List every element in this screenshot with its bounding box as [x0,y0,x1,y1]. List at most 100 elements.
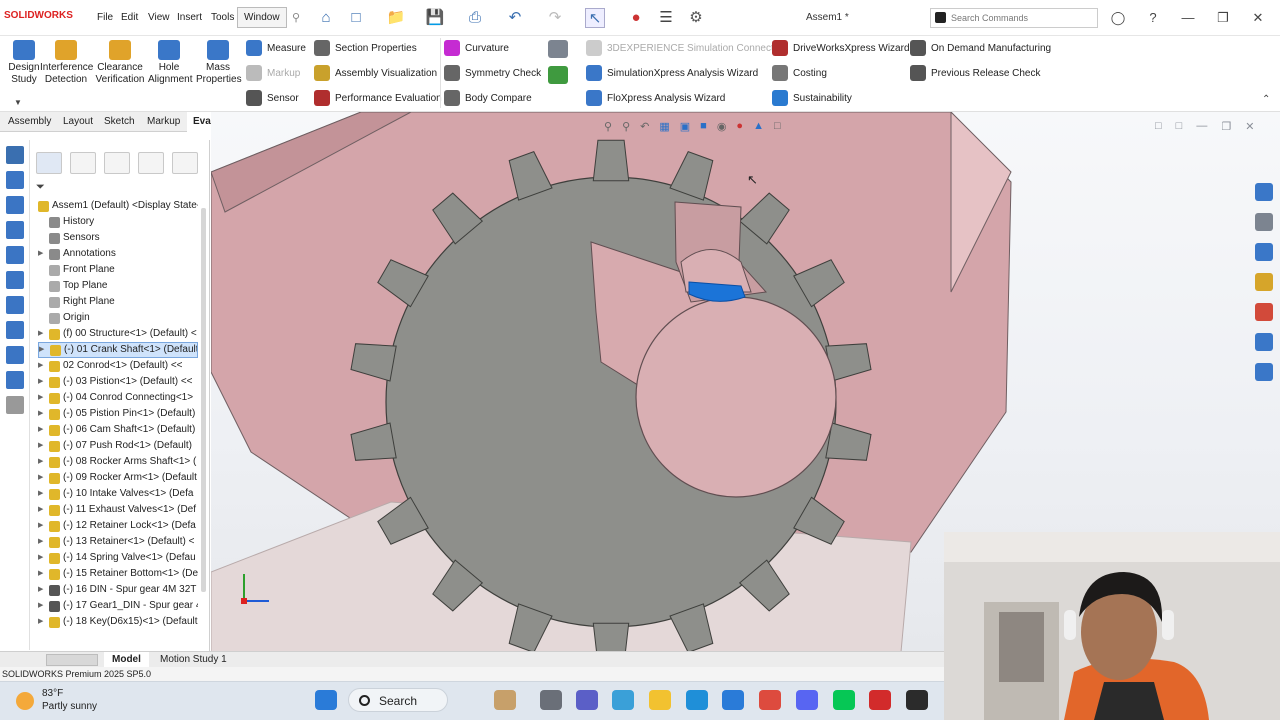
pattern-icon[interactable] [6,371,24,389]
ribbon-button-clearance[interactable]: Clearance Verification [92,40,148,86]
tree-item[interactable]: ▶ (f) 00 Structure<1> (Default) < [38,326,198,342]
close-button[interactable]: ✕ [1247,8,1269,28]
windows-start-icon[interactable] [315,690,337,710]
tree-item[interactable]: ▶ (-) 04 Conrod Connecting<1> [38,390,198,406]
compare-documents-icon[interactable] [548,40,568,58]
ribbon-item-simxpress[interactable]: SimulationXpress Analysis Wizard [586,65,758,81]
featuremanager-tree-tab-icon[interactable] [36,152,62,174]
tab-assembly[interactable]: Assembly [2,112,57,132]
expand-arrow-icon[interactable]: ▶ [38,614,46,630]
tree-item[interactable]: ▶ (-) 01 Crank Shaft<1> (Default [38,342,198,358]
tree-item[interactable]: Sensors [38,230,198,246]
taskbar-search-box[interactable]: Search [348,688,448,712]
ribbon-item-manufacturing[interactable]: On Demand Manufacturing [910,40,1051,56]
tree-item[interactable]: Front Plane [38,262,198,278]
user-account-icon[interactable]: ◯ [1107,8,1129,28]
ribbon-item-floxpress[interactable]: FloXpress Analysis Wizard [586,90,725,106]
ribbon-item-markup[interactable]: Markup [246,65,300,81]
rebuild-icon[interactable]: ● [626,8,646,28]
dimxpert-manager-tab-icon[interactable] [138,152,164,174]
tree-item[interactable]: ▶ (-) 06 Cam Shaft<1> (Default) [38,422,198,438]
file-explorer-pane-icon[interactable] [1255,243,1273,261]
teams-icon[interactable] [576,690,598,710]
appearances-scenes-icon[interactable] [1255,303,1273,321]
menu-tools[interactable]: Tools [211,12,234,23]
custom-properties-icon[interactable] [1255,333,1273,351]
ribbon-item-curvature[interactable]: Curvature [444,40,509,56]
menu-window[interactable]: Window [237,7,287,28]
file-explorer-icon[interactable] [649,690,671,710]
help-icon[interactable]: ? [1142,8,1164,28]
tree-item[interactable]: ▶ (-) 03 Pistion<1> (Default) << [38,374,198,390]
photo-app-icon[interactable] [494,690,516,710]
expand-arrow-icon[interactable]: ▶ [38,406,46,422]
bottom-tab-motion-study-1[interactable]: Motion Study 1 [152,652,235,668]
tree-item[interactable]: ▶ (-) 12 Retainer Lock<1> (Defa [38,518,198,534]
configuration-manager-tab-icon[interactable] [104,152,130,174]
property-manager-tab-icon[interactable] [70,152,96,174]
options-gear-icon[interactable]: ⚙ [686,8,706,28]
line-icon[interactable] [833,690,855,710]
display-style-icon[interactable]: ■ [700,120,707,133]
weather-sun-icon[interactable] [16,692,34,710]
chrome-icon[interactable] [759,690,781,710]
tree-item[interactable]: ▶ (-) 14 Spring Valve<1> (Defau [38,550,198,566]
trim-icon[interactable] [6,296,24,314]
expand-arrow-icon[interactable]: ▶ [38,566,46,582]
zoom-area-icon[interactable]: ⚲ [622,120,630,133]
expand-arrow-icon[interactable]: ▶ [38,518,46,534]
expand-arrow-icon[interactable]: ▶ [38,582,46,598]
solidworks-resources-icon[interactable] [1255,183,1273,201]
mirror-icon[interactable] [6,346,24,364]
design-library-icon[interactable] [1255,213,1273,231]
tree-root-assembly[interactable]: Assem1 (Default) <Display State- [38,198,198,214]
expand-arrow-icon[interactable]: ▶ [38,246,46,262]
weather-description[interactable]: Partly sunny [42,701,97,712]
bottom-tab-model[interactable]: Model [104,652,149,668]
ribbon-button-interference[interactable]: Interference Detection [40,40,93,86]
expand-arrow-icon[interactable]: ▶ [38,454,46,470]
offset-icon[interactable] [6,321,24,339]
expand-arrow-icon[interactable]: ▶ [38,502,46,518]
tab-layout[interactable]: Layout [57,112,99,132]
tree-item[interactable]: ▶ (-) 10 Intake Valves<1> (Defa [38,486,198,502]
viewport-restore-icon[interactable]: ❐ [1221,120,1231,133]
menu-file[interactable]: File [97,12,113,23]
tree-item[interactable]: Right Plane [38,294,198,310]
print-icon[interactable]: ⎙ [465,8,485,28]
check-icon[interactable] [548,66,568,84]
save-icon[interactable]: 💾 [425,8,445,28]
edit-appearance-icon[interactable]: ● [736,120,743,133]
expand-arrow-icon[interactable]: ▶ [38,534,46,550]
viewport-tile-icon[interactable]: □ [1155,120,1162,133]
expand-arrow-icon[interactable]: ▶ [39,343,47,357]
ribbon-item-symmetry[interactable]: Symmetry Check [444,65,541,81]
tree-item[interactable]: ▶ (-) 11 Exhaust Valves<1> (Def [38,502,198,518]
tree-item[interactable]: ▶ (-) 15 Retainer Bottom<1> (De [38,566,198,582]
file-properties-icon[interactable]: ☰ [656,8,676,28]
tab-scroll-arrows[interactable] [46,654,98,666]
expand-arrow-icon[interactable]: ▶ [38,422,46,438]
view-palette-icon[interactable] [1255,273,1273,291]
hide-show-items-icon[interactable]: ◉ [717,120,727,133]
select-cursor-icon[interactable]: ↖ [585,8,605,28]
new-document-icon[interactable]: □ [346,8,366,28]
expand-arrow-icon[interactable]: ▶ [38,438,46,454]
tree-item[interactable]: ▶ (-) 18 Key(D6x15)<1> (Default [38,614,198,630]
collapse-ribbon-icon[interactable]: ⌃ [1262,94,1270,105]
edge-icon[interactable] [686,690,708,710]
forum-icon[interactable] [1255,363,1273,381]
home-icon[interactable]: ⌂ [316,8,336,28]
expand-arrow-icon[interactable]: ▶ [38,486,46,502]
task-view-icon[interactable] [540,690,562,710]
apply-scene-icon[interactable]: ▲ [753,120,764,133]
ribbon-item-costing[interactable]: Costing [772,65,827,81]
tree-scrollbar[interactable] [201,208,206,592]
ribbon-button-mass-properties[interactable]: Mass Properties [196,40,242,86]
tree-item[interactable]: ▶ 02 Conrod<1> (Default) << [38,358,198,374]
viewport-minimize-icon[interactable]: — [1196,120,1207,133]
search-commands-input[interactable]: Search Commands [930,8,1098,28]
zoom-to-fit-icon[interactable]: ⚲ [604,120,612,133]
view-orientation-icon[interactable]: ▣ [680,120,690,133]
redo-icon[interactable]: ↷ [545,8,565,28]
